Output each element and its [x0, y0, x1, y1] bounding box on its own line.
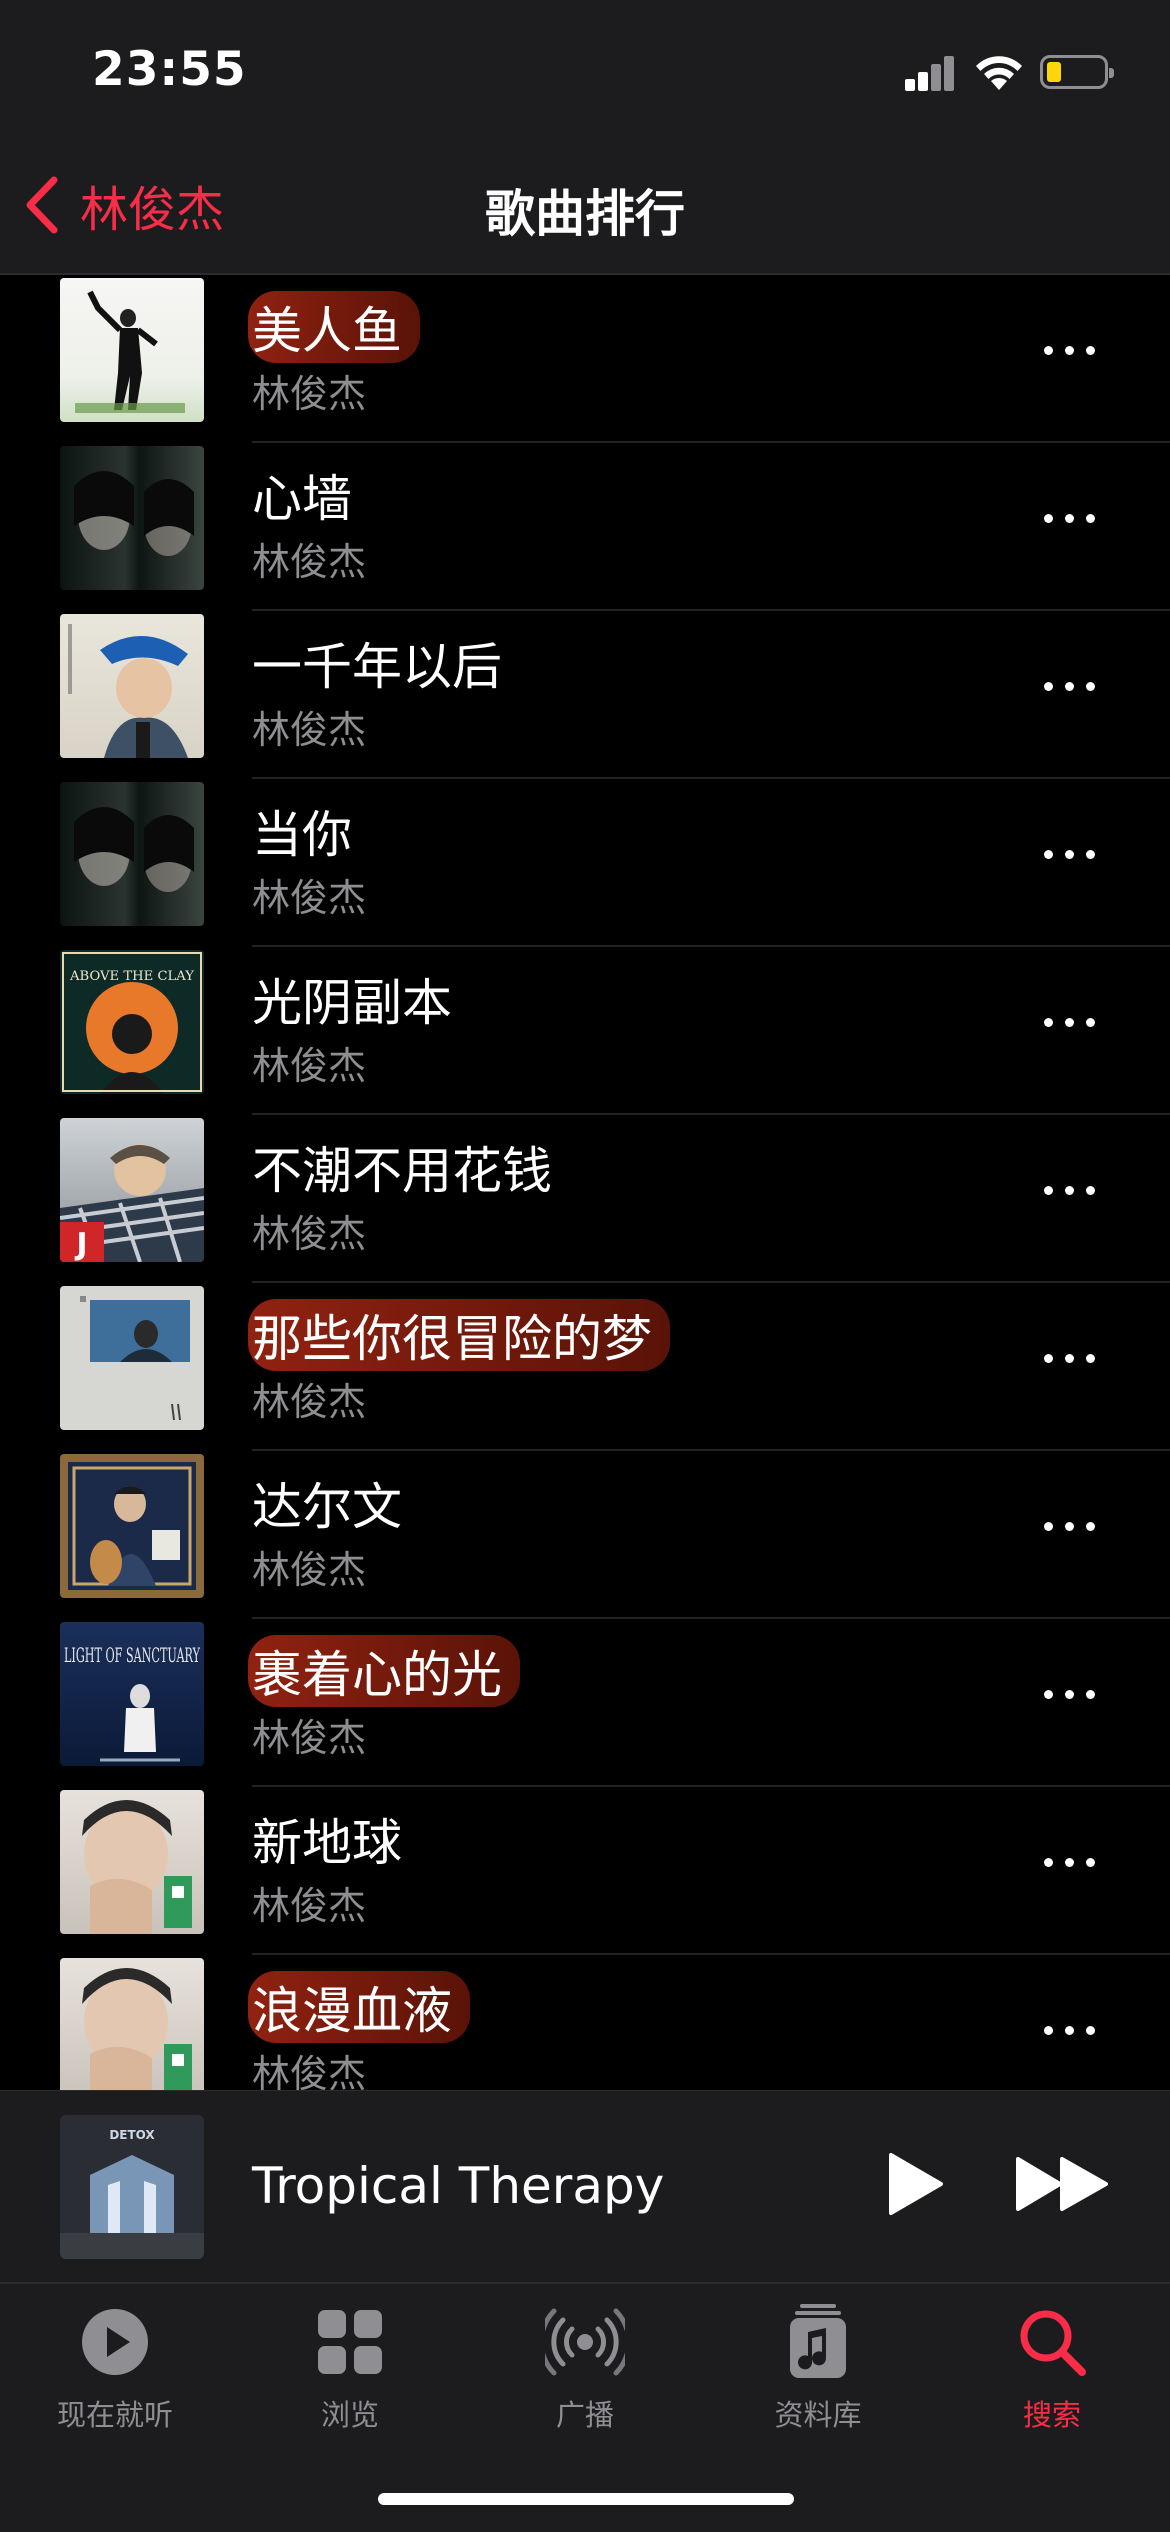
song-artist: 林俊杰 [252, 1548, 367, 1592]
song-artist: 林俊杰 [252, 1212, 367, 1256]
more-options-icon[interactable] [1040, 666, 1100, 706]
now-playing-album-art: DETOX [60, 2115, 204, 2259]
song-artist: 林俊杰 [252, 2052, 367, 2090]
album-art [60, 1790, 204, 1934]
song-row[interactable]: 达尔文 林俊杰 [0, 1451, 1170, 1619]
song-title: 心墙 [252, 470, 352, 528]
tab-radio[interactable]: 广播 [485, 2302, 685, 2434]
tab-label: 现在就听 [56, 2398, 173, 2432]
more-options-icon[interactable] [1040, 1506, 1100, 1546]
tab-label: 浏览 [320, 2398, 379, 2432]
tab-label: 搜索 [1022, 2398, 1081, 2432]
song-list: 美人鱼 林俊杰 心墙 林俊杰 一千年以后 林俊杰 当你 林俊杰 ABOVE TH… [0, 275, 1170, 2090]
album-art [60, 446, 204, 590]
song-artist: 林俊杰 [252, 372, 367, 416]
song-row[interactable]: 那些你很冒险的梦 林俊杰 [0, 1283, 1170, 1451]
status-bar: 23:55 [0, 0, 1170, 150]
album-art: ABOVE THE CLAY [60, 950, 204, 1094]
status-time: 23:55 [92, 42, 247, 97]
more-options-icon[interactable] [1040, 2010, 1100, 2050]
song-title: 美人鱼 [248, 291, 420, 363]
now-playing-title: Tropical Therapy [252, 2157, 665, 2215]
cellular-signal-icon [905, 55, 955, 91]
song-artist: 林俊杰 [252, 876, 367, 920]
song-title: 达尔文 [252, 1478, 402, 1536]
music-note-library-icon [790, 2304, 846, 2378]
song-title: 一千年以后 [252, 638, 502, 696]
grid-icon [318, 2310, 382, 2374]
song-row[interactable]: ABOVE THE CLAY 光阴副本 林俊杰 [0, 947, 1170, 1115]
album-art: J [60, 1118, 204, 1262]
song-row[interactable]: 当你 林俊杰 [0, 779, 1170, 947]
song-title: 裹着心的光 [248, 1635, 520, 1707]
song-title: 当你 [252, 806, 352, 864]
song-artist: 林俊杰 [252, 1380, 367, 1424]
song-artist: 林俊杰 [252, 708, 367, 752]
more-options-icon[interactable] [1040, 1002, 1100, 1042]
search-icon [1020, 2310, 1086, 2376]
album-art [60, 1286, 204, 1430]
song-title: 那些你很冒险的梦 [248, 1299, 670, 1371]
song-row[interactable]: 心墙 林俊杰 [0, 443, 1170, 611]
song-title: 新地球 [252, 1814, 402, 1872]
battery-icon [1040, 55, 1114, 89]
more-options-icon[interactable] [1040, 1674, 1100, 1714]
tab-browse[interactable]: 浏览 [250, 2302, 450, 2434]
album-art-text: DETOX [109, 2128, 155, 2142]
album-art [60, 278, 204, 422]
home-indicator[interactable] [378, 2493, 794, 2505]
song-row[interactable]: J 不潮不用花钱 林俊杰 [0, 1115, 1170, 1283]
song-title: 浪漫血液 [248, 1971, 470, 2043]
song-row[interactable]: 美人鱼 林俊杰 [0, 275, 1170, 443]
navigation-bar: 林俊杰 歌曲排行 [0, 150, 1170, 275]
album-art [60, 1454, 204, 1598]
tab-label: 资料库 [774, 2398, 862, 2432]
song-artist: 林俊杰 [252, 540, 367, 584]
song-row[interactable]: 浪漫血液 林俊杰 [0, 1955, 1170, 2090]
fast-forward-icon[interactable] [1014, 2155, 1110, 2213]
more-options-icon[interactable] [1040, 330, 1100, 370]
tab-label: 广播 [555, 2398, 614, 2432]
tab-library[interactable]: 资料库 [718, 2302, 918, 2434]
more-options-icon[interactable] [1040, 498, 1100, 538]
wifi-icon [976, 56, 1022, 90]
tab-listen-now[interactable]: 现在就听 [15, 2302, 215, 2434]
more-options-icon[interactable] [1040, 1338, 1100, 1378]
song-row[interactable]: LIGHT OF SANCTUARY 裹着心的光 林俊杰 [0, 1619, 1170, 1787]
mini-player[interactable]: DETOX Tropical Therapy [0, 2090, 1170, 2283]
radio-icon [545, 2308, 625, 2376]
more-options-icon[interactable] [1040, 1170, 1100, 1210]
album-art-text: ABOVE THE CLAY [69, 969, 194, 984]
tab-search[interactable]: 搜索 [952, 2302, 1152, 2434]
album-art: LIGHT OF SANCTUARY [60, 1622, 204, 1766]
more-options-icon[interactable] [1040, 1842, 1100, 1882]
song-row[interactable]: 新地球 林俊杰 [0, 1787, 1170, 1955]
svg-text:J: J [74, 1227, 87, 1262]
song-artist: 林俊杰 [252, 1884, 367, 1928]
song-artist: 林俊杰 [252, 1044, 367, 1088]
song-artist: 林俊杰 [252, 1716, 367, 1760]
album-art [60, 614, 204, 758]
song-row[interactable]: 一千年以后 林俊杰 [0, 611, 1170, 779]
play-circle-icon [82, 2309, 148, 2375]
page-title: 歌曲排行 [485, 185, 685, 243]
play-icon[interactable] [885, 2151, 945, 2217]
song-title: 不潮不用花钱 [252, 1142, 552, 1200]
album-art [60, 1958, 204, 2090]
album-art-text: LIGHT OF SANCTUARY [64, 1643, 200, 1667]
song-title: 光阴副本 [252, 974, 452, 1032]
more-options-icon[interactable] [1040, 834, 1100, 874]
album-art [60, 782, 204, 926]
